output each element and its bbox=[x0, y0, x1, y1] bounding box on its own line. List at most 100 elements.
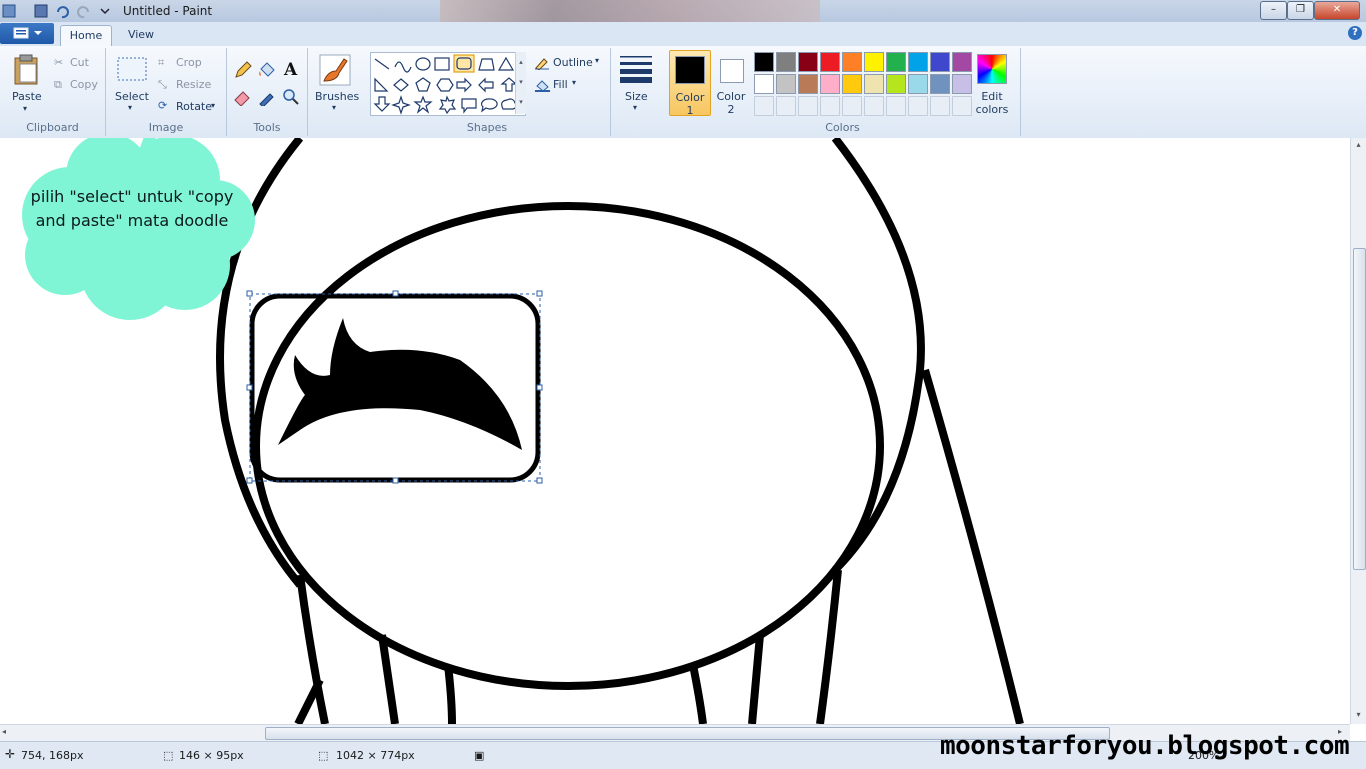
right-arrow-shape-icon[interactable] bbox=[456, 77, 472, 93]
selection-handle[interactable] bbox=[392, 290, 399, 297]
custom-color-slot[interactable] bbox=[842, 96, 862, 116]
custom-color-slot[interactable] bbox=[798, 96, 818, 116]
brushes-dropdown-chevron-icon[interactable]: ▾ bbox=[332, 103, 336, 112]
selection-handle[interactable] bbox=[536, 384, 543, 391]
palette-swatch[interactable] bbox=[930, 74, 950, 94]
oval-shape-icon[interactable] bbox=[415, 57, 431, 71]
close-button[interactable]: ✕ bbox=[1314, 1, 1360, 20]
palette-swatch[interactable] bbox=[754, 52, 774, 72]
brushes-button[interactable]: Brushes bbox=[315, 90, 359, 103]
minimize-button[interactable]: – bbox=[1260, 1, 1287, 20]
scroll-down-arrow-icon[interactable]: ▾ bbox=[1352, 710, 1365, 719]
selection-handle[interactable] bbox=[536, 290, 543, 297]
rounded-callout-shape-icon[interactable] bbox=[461, 98, 477, 114]
color1-button[interactable]: Color 1 bbox=[669, 50, 711, 117]
palette-swatch[interactable] bbox=[754, 74, 774, 94]
diamond-shape-icon[interactable] bbox=[393, 78, 409, 92]
redo-icon[interactable] bbox=[77, 6, 89, 19]
palette-swatch[interactable] bbox=[886, 52, 906, 72]
custom-color-slot[interactable] bbox=[864, 96, 884, 116]
palette-swatch[interactable] bbox=[886, 74, 906, 94]
outline-button[interactable]: Outline bbox=[553, 56, 593, 69]
paint-app-icon[interactable] bbox=[2, 4, 16, 18]
polygon-shape-icon[interactable] bbox=[478, 58, 495, 71]
paste-button[interactable]: Paste bbox=[12, 90, 42, 103]
paste-dropdown-chevron-icon[interactable]: ▾ bbox=[23, 104, 27, 113]
palette-swatch[interactable] bbox=[798, 74, 818, 94]
magnifier-icon[interactable] bbox=[281, 88, 301, 106]
palette-swatch[interactable] bbox=[776, 52, 796, 72]
palette-swatch[interactable] bbox=[908, 52, 928, 72]
edit-colors-label-line1[interactable]: Edit bbox=[967, 90, 1017, 103]
edit-colors-label-line2[interactable]: colors bbox=[967, 103, 1017, 116]
hexagon-shape-icon[interactable] bbox=[436, 78, 454, 92]
selection-handle[interactable] bbox=[246, 384, 253, 391]
eraser-icon[interactable] bbox=[233, 88, 253, 106]
custom-color-slot[interactable] bbox=[952, 96, 972, 116]
palette-swatch[interactable] bbox=[842, 52, 862, 72]
tab-view[interactable]: View bbox=[118, 25, 164, 46]
selection-handle[interactable] bbox=[392, 477, 399, 484]
undo-icon[interactable] bbox=[57, 6, 69, 19]
palette-swatch[interactable] bbox=[820, 52, 840, 72]
palette-swatch[interactable] bbox=[776, 74, 796, 94]
selection-handle[interactable] bbox=[246, 290, 253, 297]
fill-button[interactable]: Fill bbox=[553, 78, 568, 91]
save-icon[interactable] bbox=[34, 4, 48, 18]
help-button[interactable]: ? bbox=[1348, 26, 1362, 40]
triangle-shape-icon[interactable] bbox=[497, 56, 515, 71]
color-picker-icon[interactable] bbox=[257, 88, 277, 106]
vertical-scrollbar[interactable]: ▴ ▾ bbox=[1350, 138, 1366, 724]
left-arrow-shape-icon[interactable] bbox=[478, 77, 494, 93]
custom-color-slot[interactable] bbox=[908, 96, 928, 116]
line-shape-icon[interactable] bbox=[374, 58, 390, 70]
right-triangle-shape-icon[interactable] bbox=[374, 77, 389, 92]
custom-color-slot[interactable] bbox=[930, 96, 950, 116]
scroll-left-arrow-icon[interactable]: ◂ bbox=[2, 727, 6, 736]
pentagon-shape-icon[interactable] bbox=[415, 77, 431, 92]
palette-swatch[interactable] bbox=[930, 52, 950, 72]
palette-swatch[interactable] bbox=[798, 52, 818, 72]
palette-swatch[interactable] bbox=[842, 74, 862, 94]
selection-handle[interactable] bbox=[536, 477, 543, 484]
size-button[interactable]: Size bbox=[625, 90, 648, 103]
fill-dropdown-chevron-icon[interactable]: ▾ bbox=[572, 78, 576, 87]
paint-menu-button[interactable] bbox=[0, 23, 54, 44]
palette-swatch[interactable] bbox=[952, 74, 972, 94]
custom-color-slot[interactable] bbox=[776, 96, 796, 116]
select-dropdown-chevron-icon[interactable]: ▾ bbox=[128, 103, 132, 112]
custom-color-slot[interactable] bbox=[820, 96, 840, 116]
vertical-scroll-thumb[interactable] bbox=[1353, 248, 1366, 570]
palette-swatch[interactable] bbox=[952, 52, 972, 72]
select-button[interactable]: Select bbox=[115, 90, 149, 103]
palette-swatch[interactable] bbox=[864, 52, 884, 72]
six-point-star-shape-icon[interactable] bbox=[438, 95, 457, 115]
rotate-button[interactable]: Rotate bbox=[176, 100, 212, 113]
text-tool-icon[interactable]: A bbox=[284, 60, 297, 80]
selection-handle[interactable] bbox=[246, 477, 253, 484]
palette-swatch[interactable] bbox=[820, 74, 840, 94]
customize-qat-chevron-icon[interactable] bbox=[100, 8, 110, 15]
scroll-up-arrow-icon[interactable]: ▴ bbox=[1352, 140, 1365, 149]
rotate-dropdown-chevron-icon[interactable]: ▾ bbox=[211, 101, 215, 110]
outline-dropdown-chevron-icon[interactable]: ▾ bbox=[595, 56, 599, 65]
resize-button[interactable]: Resize bbox=[176, 78, 211, 91]
palette-swatch[interactable] bbox=[908, 74, 928, 94]
drawing-canvas[interactable]: pilih "select" untuk "copy and paste" ma… bbox=[0, 138, 1350, 724]
five-point-star-shape-icon[interactable] bbox=[413, 95, 433, 114]
custom-color-slot[interactable] bbox=[754, 96, 774, 116]
oval-callout-shape-icon[interactable] bbox=[481, 98, 498, 113]
pencil-icon[interactable] bbox=[233, 60, 253, 80]
palette-swatch[interactable] bbox=[864, 74, 884, 94]
down-arrow-shape-icon[interactable] bbox=[373, 96, 391, 112]
cut-button[interactable]: Cut bbox=[70, 56, 89, 69]
crop-button[interactable]: Crop bbox=[176, 56, 202, 69]
fill-bucket-icon[interactable] bbox=[257, 60, 277, 80]
curve-shape-icon[interactable] bbox=[394, 61, 412, 73]
up-arrow-shape-icon[interactable] bbox=[500, 77, 518, 92]
rectangle-shape-icon[interactable] bbox=[434, 57, 450, 71]
custom-color-slot[interactable] bbox=[886, 96, 906, 116]
four-point-star-shape-icon[interactable] bbox=[391, 95, 411, 115]
copy-button[interactable]: Copy bbox=[70, 78, 98, 91]
maximize-button[interactable]: ❐ bbox=[1287, 1, 1314, 20]
